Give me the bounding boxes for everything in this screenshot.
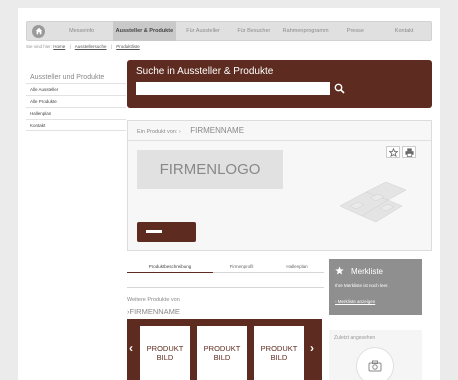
print-button[interactable] <box>402 146 416 158</box>
divider <box>128 140 431 141</box>
tab-bar: Produktbeschreibung Firmenprofil Hallenp… <box>127 260 324 273</box>
breadcrumb-produktliste[interactable]: Produktliste <box>116 44 140 49</box>
breadcrumb-prefix: Sie sind hier: <box>26 44 53 49</box>
carousel-prev-icon[interactable]: ‹ <box>129 341 133 355</box>
company-name-link[interactable]: FIRMENNAME <box>190 126 244 135</box>
product-card[interactable]: PRODUKT BILD <box>254 326 304 380</box>
nav-item-fuer-besucher[interactable]: Für Besucher <box>230 21 278 41</box>
recently-viewed-panel: Zuletzt angesehen <box>329 330 422 380</box>
divider <box>127 287 324 288</box>
breadcrumb-ausstellersuche[interactable]: Ausstellersuche <box>75 44 107 49</box>
nav-item-presse[interactable]: Presse <box>333 21 377 41</box>
sidebar-item-alle-aussteller[interactable]: Alle Aussteller <box>26 83 126 95</box>
product-line2: BILD <box>213 353 231 362</box>
sidebar-item-kontakt[interactable]: Kontakt <box>26 119 126 131</box>
home-button[interactable] <box>27 21 51 41</box>
breadcrumb-separator: | <box>69 44 71 49</box>
tab-hallenplan[interactable]: Hallenplan <box>270 260 324 273</box>
nav-item-kontakt[interactable]: Kontakt <box>377 21 431 41</box>
print-icon <box>404 147 414 157</box>
company-box: Ein Produkt von: › FIRMENNAME FIRMENLOGO <box>127 120 432 251</box>
tab-produktbeschreibung[interactable]: Produktbeschreibung <box>127 260 213 273</box>
product-line2: BILD <box>156 353 174 362</box>
company-logo: FIRMENLOGO <box>137 150 283 189</box>
sidebar-item-hallenplan[interactable]: Hallenplan <box>26 107 126 119</box>
merkliste-panel: Merkliste Ihre Merkliste ist noch leer. … <box>329 259 422 315</box>
breadcrumb-home[interactable]: Home <box>53 44 65 49</box>
product-line1: PRODUKT <box>260 344 298 353</box>
home-icon <box>32 24 46 38</box>
company-details-button[interactable] <box>137 222 196 242</box>
star-outline-icon <box>388 147 398 157</box>
product-line1: PRODUKT <box>203 344 241 353</box>
camera-icon <box>368 360 382 372</box>
sidebar-item-alle-produkte[interactable]: Alle Produkte <box>26 95 126 107</box>
button-bar <box>146 230 162 233</box>
search-icon[interactable] <box>333 82 346 95</box>
search-panel: Suche in Aussteller & Produkte <box>127 60 432 108</box>
recently-viewed-placeholder <box>356 347 394 380</box>
nav-item-rahmenprogramm[interactable]: Rahmenprogramm <box>278 21 334 41</box>
product-line2: BILD <box>270 353 288 362</box>
more-products-label: Weitere Produkte von <box>127 297 180 303</box>
top-navigation: Messeinfo Aussteller & Produkte Für Auss… <box>26 21 432 41</box>
breadcrumb: Sie sind hier: Home | Ausstellersuche | … <box>26 44 140 49</box>
more-products-company-link[interactable]: ›FIRMENNAME <box>127 307 180 316</box>
page-container: Messeinfo Aussteller & Produkte Für Auss… <box>18 8 440 380</box>
star-button[interactable] <box>386 146 400 158</box>
search-input[interactable] <box>136 82 330 95</box>
tab-firmenprofil[interactable]: Firmenprofil <box>213 260 270 273</box>
merkliste-title: Merkliste <box>351 267 384 276</box>
breadcrumb-separator: | <box>110 44 112 49</box>
nav-item-messeinfo[interactable]: Messeinfo <box>51 21 113 41</box>
recently-viewed-title: Zuletzt angesehen <box>334 335 376 341</box>
hall-plan-thumbnail[interactable] <box>336 176 408 226</box>
merkliste-empty-text: Ihre Merkliste ist noch leer. <box>335 283 389 288</box>
product-card[interactable]: PRODUKT BILD <box>197 326 247 380</box>
product-card[interactable]: PRODUKT BILD <box>140 326 190 380</box>
search-title: Suche in Aussteller & Produkte <box>136 66 274 77</box>
company-header: Ein Produkt von: › FIRMENNAME <box>137 126 244 135</box>
product-carousel: ‹ PRODUKT BILD PRODUKT BILD PRODUKT BILD… <box>127 319 322 380</box>
star-icon <box>335 266 344 275</box>
nav-item-aussteller-produkte[interactable]: Aussteller & Produkte <box>112 21 177 41</box>
merkliste-show-link[interactable]: - Merkliste anzeigen <box>335 299 375 304</box>
sidebar: Aussteller und Produkte Alle Aussteller … <box>26 74 126 131</box>
nav-item-fuer-aussteller[interactable]: Für Aussteller <box>176 21 230 41</box>
company-label: Ein Produkt von: › <box>137 129 181 135</box>
sidebar-title: Aussteller und Produkte <box>30 74 105 81</box>
carousel-next-icon[interactable]: › <box>310 341 314 355</box>
product-line1: PRODUKT <box>146 344 184 353</box>
